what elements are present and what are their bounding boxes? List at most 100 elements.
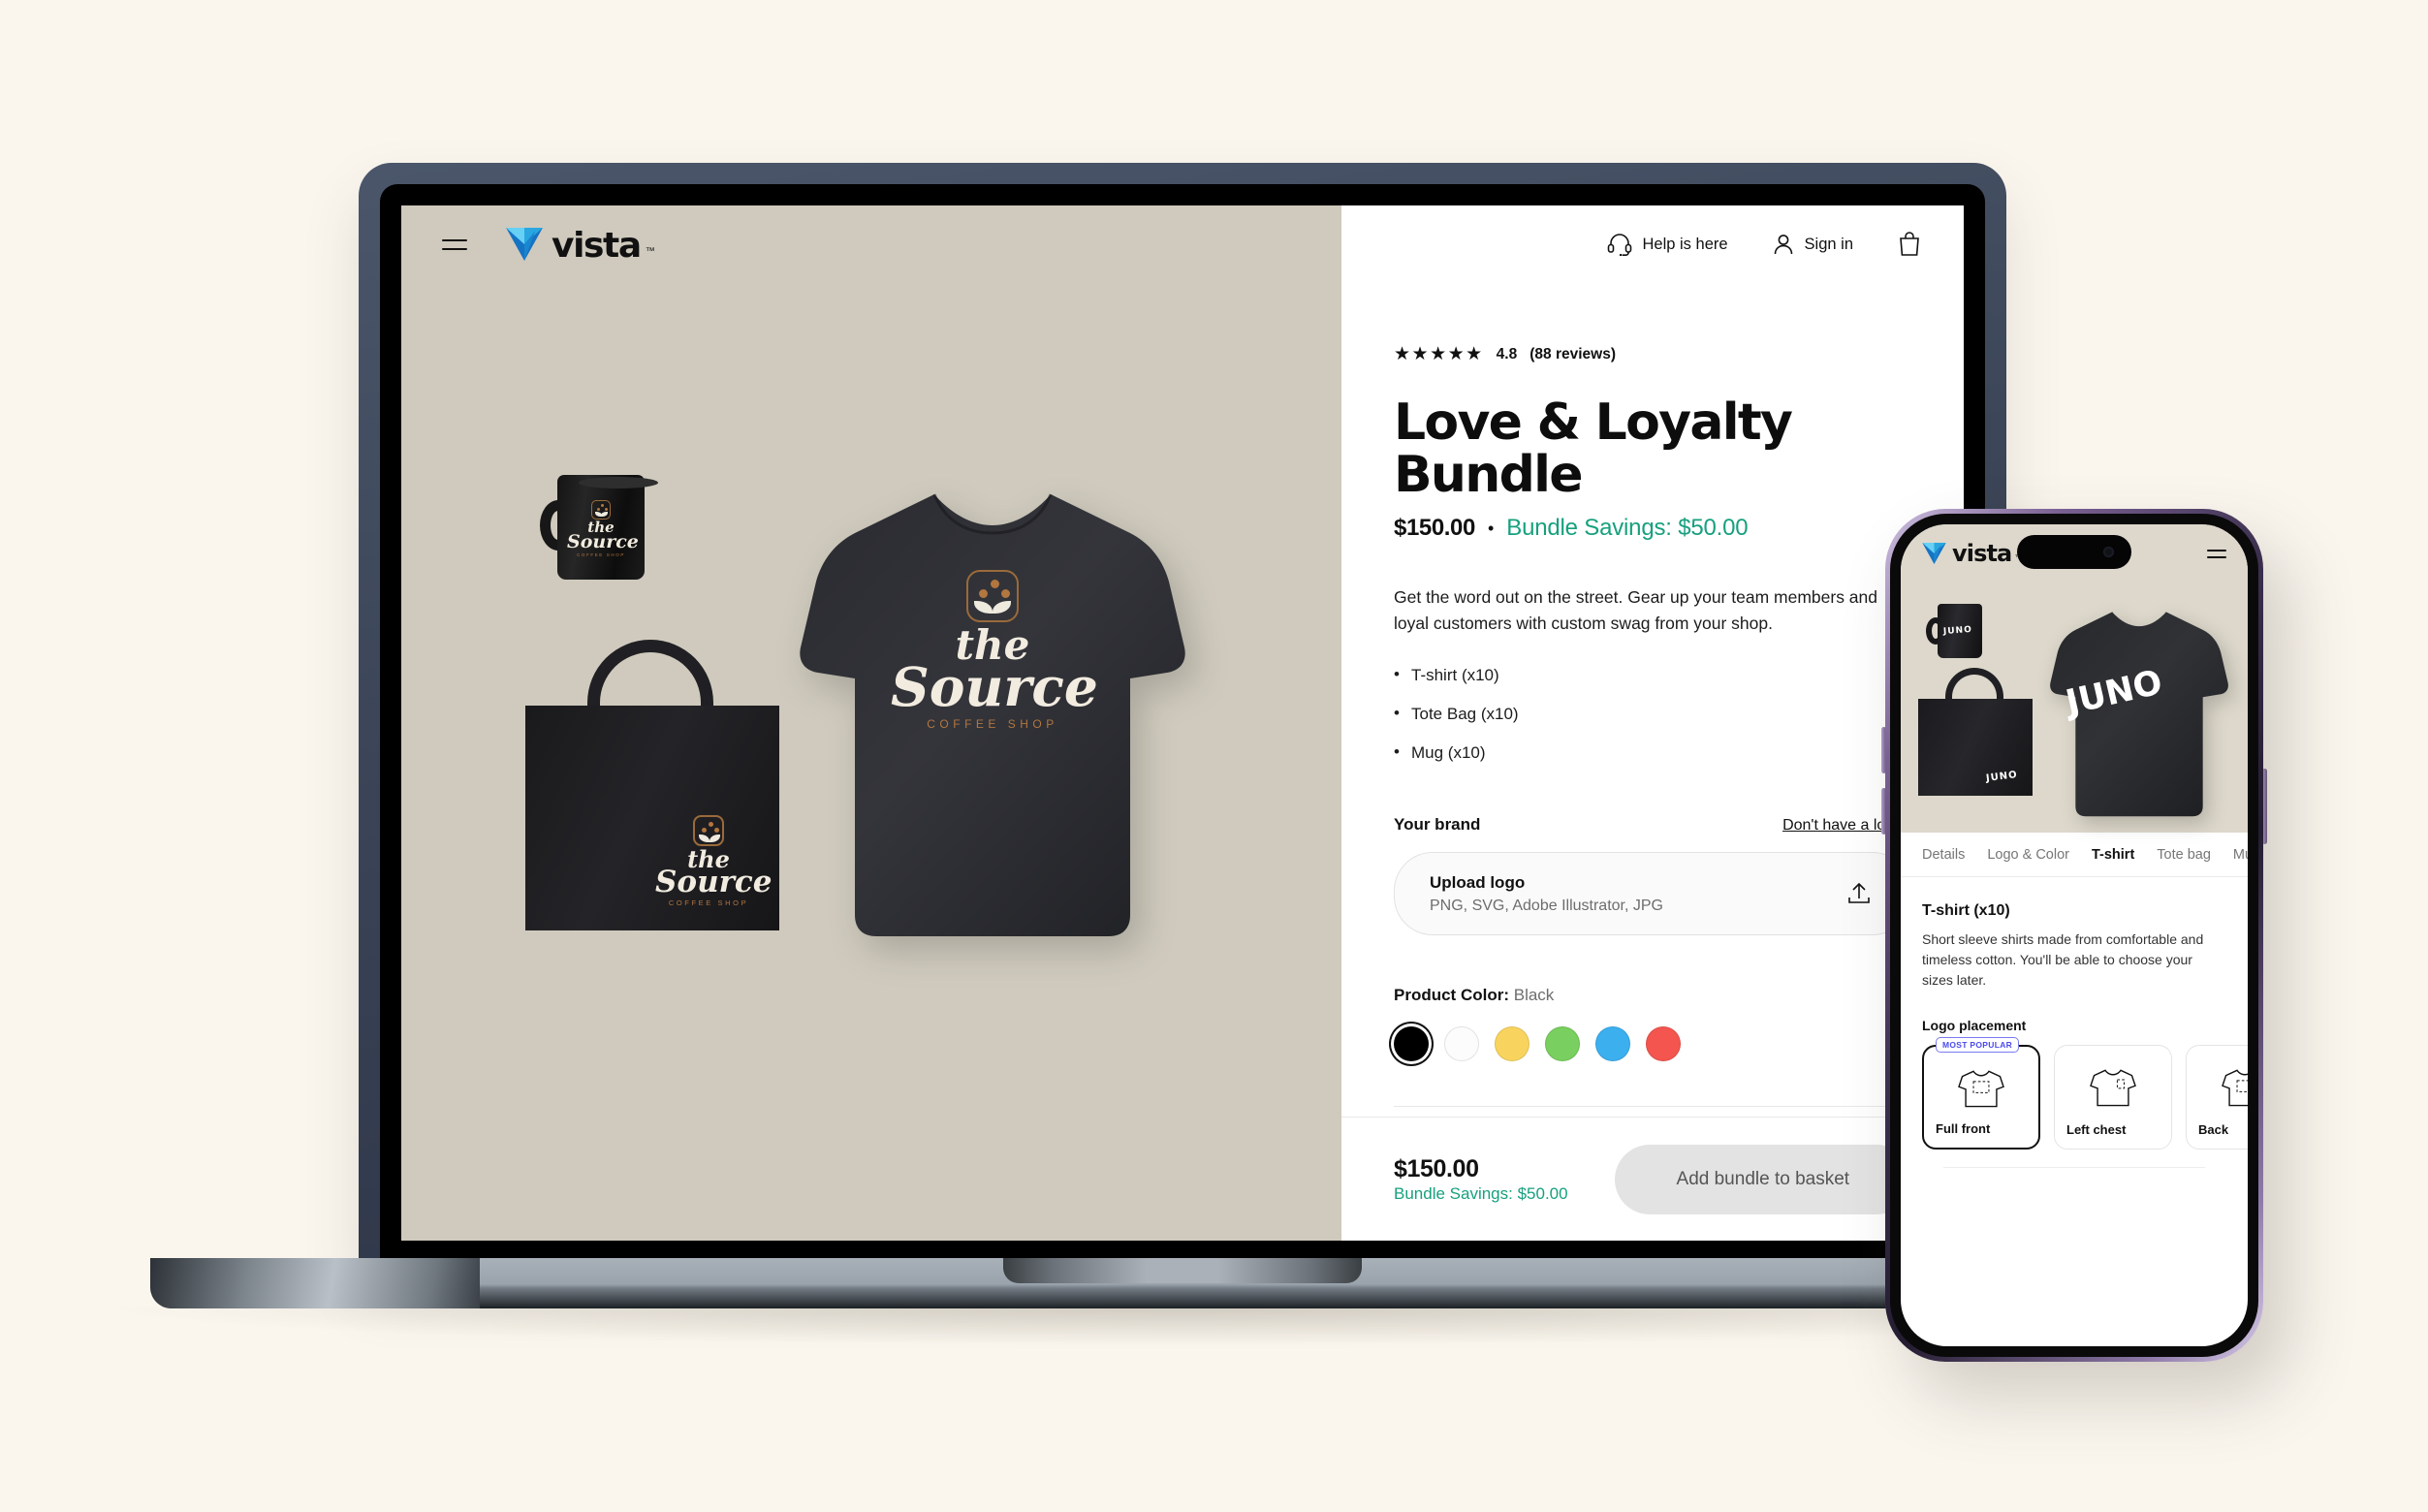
upload-logo-dropzone[interactable]: Upload logo PNG, SVG, Adobe Illustrator,… <box>1394 852 1911 936</box>
product-mug: the Source COFFEE SHOP <box>540 475 658 580</box>
detail-body: ★★★★★ 4.8 (88 reviews) Love & Loyalty Bu… <box>1341 283 1964 1117</box>
placement-full-front[interactable]: MOST POPULAR Full front <box>1922 1037 2040 1150</box>
tshirt-full-front-icon <box>1958 1070 2004 1108</box>
mug-body: JUNO <box>1938 604 1982 658</box>
vista-mark-icon <box>1922 543 1946 564</box>
swatch-blue[interactable] <box>1595 1026 1630 1062</box>
upload-logo-formats: PNG, SVG, Adobe Illustrator, JPG <box>1430 897 1663 914</box>
product-color-label: Product Color: Black <box>1394 986 1911 1005</box>
laptop-device: vista ™ the Source COFFEE SHOP the Sourc… <box>116 163 2249 1345</box>
placement-name: Full front <box>1936 1121 1991 1136</box>
basket-icon <box>1900 232 1919 256</box>
logo-placement-options: MOST POPULAR Full front Left chest Back <box>1922 1037 2248 1150</box>
phone-tab-bar: Details Logo & Color T-shirt Tote bag Mu… <box>1901 833 2248 877</box>
mug-brand-logo: the Source COFFEE SHOP <box>567 500 639 557</box>
product-photo: the Source COFFEE SHOP the Source COFFEE… <box>401 205 1341 1241</box>
swatch-green[interactable] <box>1545 1026 1580 1062</box>
juno-logo-tote: JUNO <box>1985 770 2019 784</box>
product-tote-bag: the Source COFFEE SHOP <box>525 640 779 930</box>
tshirt-brand-logo: the Source COFFEE SHOP <box>891 570 1098 731</box>
placement-left-chest[interactable]: Left chest <box>2054 1045 2172 1150</box>
laptop-base-notch <box>1003 1258 1362 1283</box>
phone-bezel: vista ™ JUNO <box>1890 514 2258 1357</box>
tab-details[interactable]: Details <box>1922 847 1965 863</box>
phone-vista-logo[interactable]: vista ™ <box>1922 540 2021 568</box>
add-bundle-to-basket-button[interactable]: Add bundle to basket <box>1614 1144 1911 1214</box>
buybar-price: $150.00 <box>1394 1154 1479 1182</box>
swatch-yellow[interactable] <box>1495 1026 1529 1062</box>
phone-product-tshirt: JUNO <box>2044 604 2234 819</box>
tote-body: JUNO <box>1918 699 2033 796</box>
rating-block[interactable]: ★★★★★ 4.8 (88 reviews) <box>1394 343 1911 365</box>
phone-product-mug: JUNO <box>1926 604 1982 658</box>
swatch-white[interactable] <box>1444 1026 1479 1062</box>
product-color-key: Product Color: <box>1394 986 1509 1005</box>
tshirt-left-chest-icon <box>2090 1069 2136 1107</box>
review-count: (88 reviews) <box>1529 345 1616 362</box>
screenshot-canvas: vista ™ the Source COFFEE SHOP the Sourc… <box>0 0 2428 1512</box>
bundle-items-list: T-shirt (x10) Tote Bag (x10) Mug (x10) <box>1394 665 1911 763</box>
juno-logo-mug: JUNO <box>1942 624 1973 638</box>
help-link[interactable]: Help is here <box>1607 233 1728 256</box>
product-detail-panel: Help is here Sign in ★★★★★ 4.8 (88 revie… <box>1341 205 1964 1241</box>
placement-back[interactable]: Back <box>2186 1045 2248 1150</box>
purchase-bar: $150.00 Bundle Savings: $50.00 Add bundl… <box>1341 1117 1964 1241</box>
your-brand-label: Your brand <box>1394 815 1481 835</box>
rating-value: 4.8 <box>1496 345 1518 362</box>
most-popular-badge: MOST POPULAR <box>1936 1037 2020 1053</box>
product-gallery: vista ™ the Source COFFEE SHOP the Sourc… <box>401 205 1341 1241</box>
user-icon <box>1774 235 1792 255</box>
tote-brand-logo: the Source COFFEE SHOP <box>655 814 773 907</box>
tab-tshirt[interactable]: T-shirt <box>2092 847 2134 863</box>
phone-tab-content: T-shirt (x10) Short sleeve shirts made f… <box>1901 877 2248 1346</box>
star-rating-icon: ★★★★★ <box>1394 344 1484 364</box>
phone-device: vista ™ JUNO <box>1881 509 2267 1362</box>
laptop-screen: vista ™ the Source COFFEE SHOP the Sourc… <box>401 205 1964 1241</box>
brand-row: Your brand Don't have a logo? <box>1394 815 1911 835</box>
page-title: Love & Loyalty Bundle <box>1394 394 1793 505</box>
upload-icon <box>1848 883 1870 904</box>
cart-button[interactable] <box>1898 232 1921 257</box>
phone-product-gallery[interactable]: JUNO JUNO JUNO <box>1901 583 2248 833</box>
product-tshirt: the Source COFFEE SHOP <box>789 477 1196 942</box>
detail-header: Help is here Sign in <box>1341 205 1964 283</box>
swatch-black[interactable] <box>1394 1026 1429 1062</box>
price-row: $150.00 • Bundle Savings: $50.00 <box>1394 515 1911 542</box>
bundle-savings: Bundle Savings: $50.00 <box>1506 515 1749 542</box>
placement-name: Left chest <box>2066 1122 2127 1137</box>
price-separator: • <box>1487 518 1495 538</box>
mug-body: the Source COFFEE SHOP <box>557 475 658 580</box>
content-divider <box>1943 1167 2205 1168</box>
help-label: Help is here <box>1642 235 1728 253</box>
placement-name: Back <box>2198 1122 2229 1137</box>
logo-placement-label: Logo placement <box>1922 1018 2027 1033</box>
headset-icon <box>1607 234 1631 256</box>
purchase-price-block: $150.00 Bundle Savings: $50.00 <box>1394 1154 1568 1204</box>
tshirt-section-description: Short sleeve shirts made from comfortabl… <box>1922 931 2204 988</box>
tshirt-section-title: T-shirt (x10) <box>1922 902 2010 919</box>
list-item: T-shirt (x10) <box>1394 665 1911 685</box>
section-divider <box>1394 1106 1911 1108</box>
tab-tote-bag[interactable]: Tote bag <box>2157 847 2211 863</box>
color-swatches <box>1394 1026 1911 1062</box>
vista-wordmark: vista <box>1952 540 2012 568</box>
phone-product-tote: JUNO <box>1918 668 2033 796</box>
signin-link[interactable]: Sign in <box>1773 233 1853 256</box>
tote-body: the Source COFFEE SHOP <box>525 706 779 930</box>
buybar-savings: Bundle Savings: $50.00 <box>1394 1184 1568 1204</box>
product-color-value: Black <box>1513 986 1555 1005</box>
dynamic-island <box>2017 535 2131 569</box>
tab-logo-color[interactable]: Logo & Color <box>1987 847 2069 863</box>
laptop-lid: vista ™ the Source COFFEE SHOP the Sourc… <box>359 163 2006 1268</box>
upload-logo-title: Upload logo <box>1430 872 1526 892</box>
tshirt-back-icon <box>2222 1069 2248 1107</box>
phone-header: vista ™ <box>1901 524 2248 583</box>
swatch-red[interactable] <box>1646 1026 1681 1062</box>
phone-frame: vista ™ JUNO <box>1885 509 2263 1362</box>
signin-label: Sign in <box>1804 235 1853 253</box>
product-price: $150.00 <box>1394 515 1475 542</box>
phone-screen: vista ™ JUNO <box>1901 524 2248 1346</box>
tab-mug[interactable]: Mug <box>2233 847 2248 863</box>
list-item: Mug (x10) <box>1394 742 1911 763</box>
hamburger-icon[interactable] <box>2207 549 2226 558</box>
